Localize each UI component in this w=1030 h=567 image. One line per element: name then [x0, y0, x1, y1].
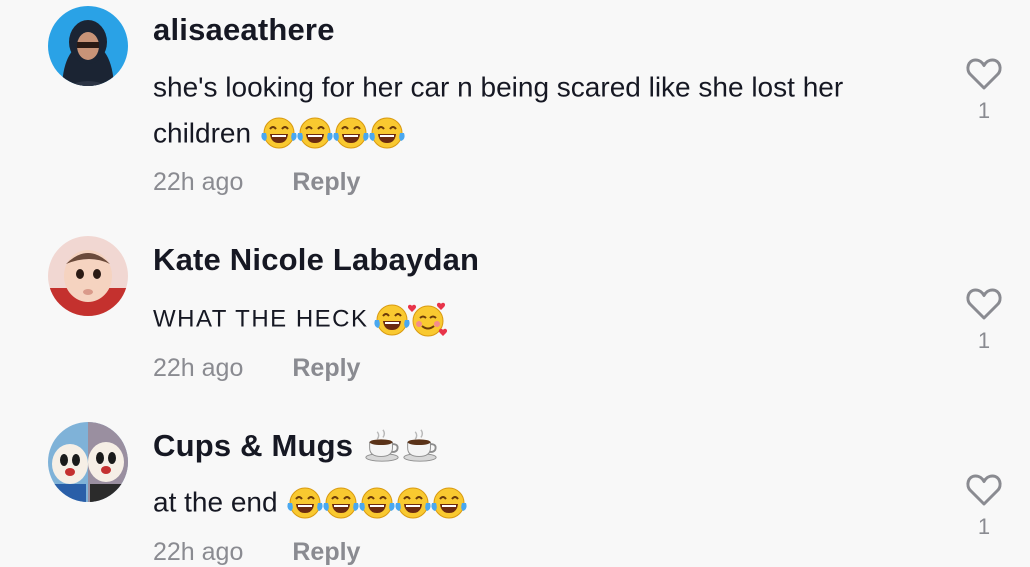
heart-outline-icon[interactable]	[964, 54, 1004, 94]
avatar[interactable]	[48, 236, 128, 316]
comment-meta: 22h ago Reply	[153, 354, 360, 383]
laughing-tears-emoji-icon	[372, 300, 412, 340]
like-count: 1	[977, 328, 991, 353]
laughing-tears-emoji-icon	[295, 113, 335, 153]
comment-timestamp: 22h ago	[153, 168, 244, 196]
like-count: 1	[977, 514, 991, 539]
hot-beverage-emoji-icon	[363, 427, 401, 465]
username-text[interactable]: alisaeathere	[153, 12, 335, 48]
laughing-tears-emoji-icon	[393, 483, 433, 523]
heart-outline-icon[interactable]	[964, 470, 1004, 510]
emoji-group	[289, 483, 469, 523]
emoji-group	[263, 113, 407, 153]
laughing-tears-emoji-icon	[259, 113, 299, 153]
username-emoji-group	[363, 427, 439, 465]
like-count: 1	[977, 98, 991, 123]
comment-body: WHAT THE HECK	[153, 305, 369, 333]
emoji-group	[376, 300, 448, 340]
avatar[interactable]	[48, 422, 128, 502]
like-button[interactable]: 1	[964, 284, 1004, 354]
comment-text: she's looking for her car n being scared…	[153, 64, 913, 155]
like-button[interactable]: 1	[964, 54, 1004, 124]
hot-beverage-emoji-icon	[401, 427, 439, 465]
reply-button[interactable]: Reply	[292, 354, 360, 383]
smiling-face-with-hearts-emoji-icon	[408, 300, 448, 340]
reply-button[interactable]: Reply	[292, 168, 360, 197]
like-button[interactable]: 1	[964, 470, 1004, 540]
avatar[interactable]	[48, 6, 128, 86]
laughing-tears-emoji-icon	[367, 113, 407, 153]
username-text[interactable]: Kate Nicole Labaydan	[153, 242, 479, 278]
laughing-tears-emoji-icon	[429, 483, 469, 523]
reply-button[interactable]: Reply	[292, 538, 360, 567]
username-text[interactable]: Cups & Mugs	[153, 428, 353, 464]
comment-username[interactable]: Kate Nicole Labaydan	[153, 242, 479, 278]
comment-username[interactable]: Cups & Mugs	[153, 427, 439, 465]
laughing-tears-emoji-icon	[321, 483, 361, 523]
laughing-tears-emoji-icon	[357, 483, 397, 523]
comment-timestamp: 22h ago	[153, 354, 244, 382]
comment-text: WHAT THE HECK	[153, 296, 913, 342]
comment-meta: 22h ago Reply	[153, 538, 360, 567]
comment-body: at the end	[153, 486, 278, 518]
comment-timestamp: 22h ago	[153, 538, 244, 566]
comment-body: she's looking for her car n being scared…	[153, 71, 844, 149]
laughing-tears-emoji-icon	[331, 113, 371, 153]
heart-outline-icon[interactable]	[964, 284, 1004, 324]
laughing-tears-emoji-icon	[285, 483, 325, 523]
comment-username[interactable]: alisaeathere	[153, 12, 335, 48]
comment-text: at the end	[153, 479, 913, 525]
comment-meta: 22h ago Reply	[153, 168, 360, 197]
